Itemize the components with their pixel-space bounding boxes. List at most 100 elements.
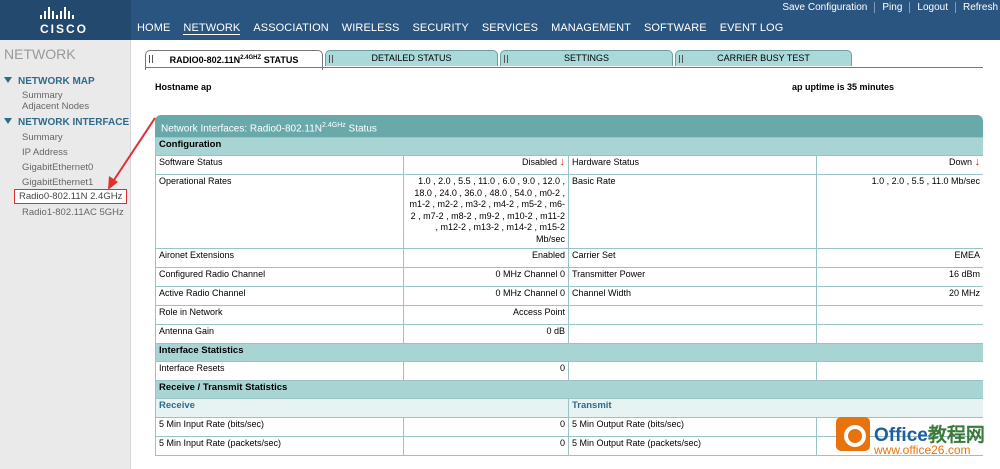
- panel-title-rest: Status: [345, 123, 377, 135]
- active-channel-value: 0 MHz Channel 0: [403, 286, 569, 306]
- nav-association[interactable]: ASSOCIATION: [253, 22, 328, 35]
- utility-links: Save Configuration Ping Logout Refresh: [775, 2, 1000, 13]
- save-configuration-link[interactable]: Save Configuration: [775, 2, 876, 13]
- refresh-link[interactable]: Refresh: [956, 2, 1000, 13]
- role-label: Role in Network: [155, 305, 404, 325]
- input-bits-value: 0: [403, 417, 569, 437]
- aironet-label: Aironet Extensions: [155, 248, 404, 268]
- sidebar-item-ip-address[interactable]: IP Address: [22, 147, 68, 158]
- software-status-label: Software Status: [155, 155, 404, 175]
- tab-underline: [145, 67, 983, 68]
- table-row: Operational Rates 1.0 , 2.0 , 5.5 , 11.0…: [155, 174, 983, 249]
- triangle-down-icon: [4, 77, 12, 83]
- section-row: Configuration: [155, 137, 983, 156]
- nav-wireless[interactable]: WIRELESS: [342, 22, 400, 35]
- channel-width-label: Channel Width: [568, 286, 817, 306]
- sidebar-title: NETWORK: [4, 46, 76, 62]
- panel-title-sup: 2.4GHz: [322, 122, 346, 129]
- watermark-url: www.office26.com: [874, 443, 971, 457]
- nav-network[interactable]: NETWORK: [183, 22, 241, 35]
- sidebar-item-map-summary[interactable]: Summary: [22, 90, 63, 101]
- tx-power-value: 16 dBm: [815, 267, 983, 287]
- nav-security[interactable]: SECURITY: [412, 22, 468, 35]
- antenna-gain-label: Antenna Gain: [155, 324, 404, 344]
- cisco-bars-icon: [40, 7, 92, 19]
- interface-resets-label: Interface Resets: [155, 361, 404, 381]
- aironet-value: Enabled: [403, 248, 569, 268]
- carrier-set-value: EMEA: [815, 248, 983, 268]
- basic-rate-value: 1.0 , 2.0 , 5.5 , 11.0 Mb/sec: [815, 174, 983, 249]
- tab-label: SETTINGS: [563, 53, 609, 63]
- page: CISCO Save Configuration Ping Logout Ref…: [0, 0, 1000, 469]
- tab-detailed-status[interactable]: DETAILED STATUS: [325, 50, 498, 66]
- table-row: Antenna Gain 0 dB: [155, 324, 983, 344]
- sidebar-item-adjacent-nodes[interactable]: Adjacent Nodes: [22, 101, 89, 112]
- tab-label: CARRIER BUSY TEST: [717, 53, 810, 63]
- tab-label: DETAILED STATUS: [371, 53, 452, 63]
- top-header: CISCO Save Configuration Ping Logout Ref…: [0, 0, 1000, 40]
- main-nav: HOME NETWORK ASSOCIATION WIRELESS SECURI…: [137, 22, 796, 35]
- sidebar-section-label: NETWORK MAP: [18, 76, 95, 87]
- table-row: Configured Radio Channel 0 MHz Channel 0…: [155, 267, 983, 287]
- output-packets-label: 5 Min Output Rate (packets/sec): [568, 436, 817, 456]
- tab-label-sup: 2.4GHZ: [240, 55, 262, 61]
- operational-rates-label: Operational Rates: [155, 174, 404, 249]
- active-channel-label: Active Radio Channel: [155, 286, 404, 306]
- sidebar-item-gigabitethernet0[interactable]: GigabitEthernet0: [22, 162, 93, 173]
- receive-header: Receive: [155, 398, 569, 418]
- section-receive-transmit: Receive / Transmit Statistics: [155, 380, 983, 399]
- input-packets-value: 0: [403, 436, 569, 456]
- hardware-status-text: Down: [948, 157, 972, 167]
- tab-settings[interactable]: SETTINGS: [500, 50, 673, 66]
- panel-title-main: Network Interfaces: Radio0-802.11N: [161, 123, 323, 135]
- watermark: Office教程网 www.office26.com: [836, 414, 1000, 469]
- sidebar-section-network-interface[interactable]: NETWORK INTERFACE: [4, 117, 129, 128]
- section-row: Interface Statistics: [155, 343, 983, 362]
- tx-power-label: Transmitter Power: [568, 267, 817, 287]
- nav-services[interactable]: SERVICES: [482, 22, 538, 35]
- nav-software[interactable]: SOFTWARE: [644, 22, 707, 35]
- channel-width-value: 20 MHz: [815, 286, 983, 306]
- section-interface-statistics: Interface Statistics: [155, 343, 983, 362]
- ping-link[interactable]: Ping: [875, 2, 911, 13]
- nav-home[interactable]: HOME: [137, 22, 170, 35]
- sidebar-section-label: NETWORK INTERFACE: [18, 117, 130, 128]
- table-row: Aironet Extensions Enabled Carrier Set E…: [155, 248, 983, 268]
- tab-label-rest: STATUS: [261, 55, 299, 65]
- table-row: Active Radio Channel 0 MHz Channel 0 Cha…: [155, 286, 983, 306]
- empty-cell: [815, 305, 983, 325]
- software-status-text: Disabled: [521, 157, 557, 167]
- down-arrow-icon: ↓: [559, 156, 566, 168]
- tab-label: RADIO0-802.11N: [169, 55, 241, 65]
- input-bits-label: 5 Min Input Rate (bits/sec): [155, 417, 404, 437]
- nav-event-log[interactable]: EVENT LOG: [720, 22, 784, 35]
- cisco-logo[interactable]: CISCO: [0, 0, 131, 40]
- output-bits-label: 5 Min Output Rate (bits/sec): [568, 417, 817, 437]
- grip-icon: [504, 55, 508, 63]
- input-packets-label: 5 Min Input Rate (packets/sec): [155, 436, 404, 456]
- basic-rate-label: Basic Rate: [568, 174, 817, 249]
- configured-channel-label: Configured Radio Channel: [155, 267, 404, 287]
- antenna-gain-value: 0 dB: [403, 324, 569, 344]
- logout-link[interactable]: Logout: [910, 2, 956, 13]
- tab-carrier-busy-test[interactable]: CARRIER BUSY TEST: [675, 50, 852, 66]
- empty-cell: [568, 361, 817, 381]
- status-table: Configuration Software Status Disabled ↓…: [155, 137, 983, 456]
- section-configuration: Configuration: [155, 137, 983, 156]
- sidebar-item-radio1[interactable]: Radio1-802.11AC 5GHz: [22, 207, 124, 218]
- sidebar-item-gigabitethernet1[interactable]: GigabitEthernet1: [22, 177, 93, 188]
- interface-resets-value: 0: [403, 361, 569, 381]
- sidebar-section-network-map[interactable]: NETWORK MAP: [4, 76, 95, 87]
- uptime-text: ap uptime is 35 minutes: [792, 82, 895, 92]
- section-row: Receive / Transmit Statistics: [155, 380, 983, 399]
- empty-cell: [568, 305, 817, 325]
- software-status-value: Disabled ↓: [403, 155, 569, 175]
- table-row: Role in Network Access Point: [155, 305, 983, 325]
- table-row: Interface Resets 0: [155, 361, 983, 381]
- grip-icon: [679, 55, 683, 63]
- sidebar-item-radio0[interactable]: Radio0-802.11N 2.4GHz: [14, 189, 128, 204]
- sidebar-item-interface-summary[interactable]: Summary: [22, 132, 63, 143]
- nav-management[interactable]: MANAGEMENT: [551, 22, 631, 35]
- empty-cell: [568, 324, 817, 344]
- grip-icon: [149, 55, 153, 63]
